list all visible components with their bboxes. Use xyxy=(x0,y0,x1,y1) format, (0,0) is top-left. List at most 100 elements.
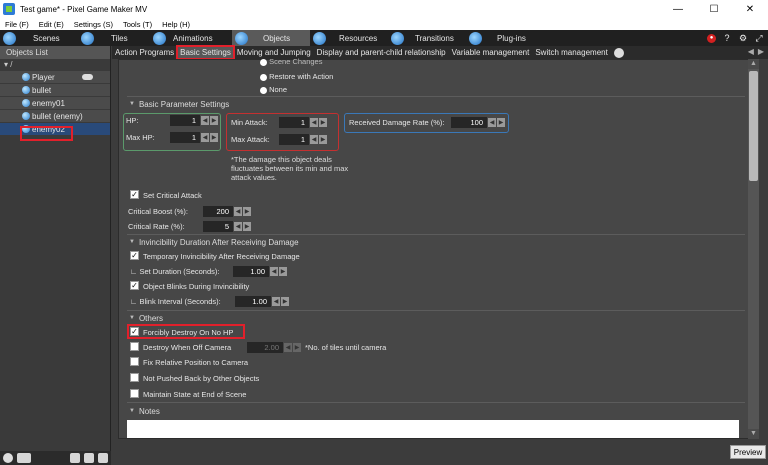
invincibility-header[interactable]: ▼ Invincibility Duration After Receiving… xyxy=(129,236,299,248)
notes-textarea[interactable] xyxy=(127,420,739,438)
preview-button[interactable]: Preview xyxy=(730,445,766,459)
off-camera-tiles-value[interactable]: 2.00 xyxy=(247,342,283,353)
trash-icon[interactable] xyxy=(98,453,108,463)
menu-file[interactable]: File (F) xyxy=(0,20,34,29)
maintain-state-checkbox[interactable] xyxy=(130,389,139,398)
decrement-icon[interactable]: ◀ xyxy=(310,118,318,127)
max-attack-value[interactable]: 1 xyxy=(279,134,309,145)
duration-stepper[interactable]: 1.00 ◀ ▶ xyxy=(233,266,287,277)
radio-restore-with-action[interactable] xyxy=(260,73,267,81)
decrement-icon[interactable]: ◀ xyxy=(270,267,278,276)
fix-position-checkbox[interactable] xyxy=(130,357,139,366)
menu-settings[interactable]: Settings (S) xyxy=(69,20,118,29)
increment-icon[interactable]: ▶ xyxy=(243,207,251,216)
hp-value[interactable]: 1 xyxy=(170,115,200,126)
blink-interval-stepper[interactable]: 1.00 ◀ ▶ xyxy=(235,296,289,307)
set-critical-checkbox[interactable]: ✓ xyxy=(130,190,139,199)
basic-params-header[interactable]: ▼ Basic Parameter Settings xyxy=(129,98,229,110)
min-attack-stepper[interactable]: 1 ◀ ▶ xyxy=(279,117,327,128)
scroll-left-icon[interactable]: ◀ xyxy=(748,47,754,56)
decrement-icon[interactable]: ◀ xyxy=(201,116,209,125)
others-header[interactable]: ▼ Others xyxy=(129,312,163,324)
menu-tools[interactable]: Tools (T) xyxy=(118,20,157,29)
object-icon xyxy=(22,112,30,120)
blink-checkbox[interactable]: ✓ xyxy=(130,281,139,290)
close-button[interactable]: ✕ xyxy=(732,0,768,18)
tab-objects[interactable]: Objects xyxy=(232,30,310,46)
expand-icon[interactable]: ⤢ xyxy=(754,33,764,43)
tab-plugins[interactable]: Plug-ins xyxy=(466,30,544,46)
increment-icon[interactable]: ▶ xyxy=(293,343,301,352)
help-icon[interactable]: ? xyxy=(722,33,732,43)
hp-stepper[interactable]: 1 ◀ ▶ xyxy=(170,115,218,126)
vertical-scrollbar[interactable]: ▲ ▼ xyxy=(748,59,759,439)
settings-gear-icon[interactable]: ⚙ xyxy=(738,33,748,43)
tab-tiles[interactable]: Tiles xyxy=(78,30,150,46)
max-hp-stepper[interactable]: 1 ◀ ▶ xyxy=(170,132,218,143)
increment-icon[interactable]: ▶ xyxy=(243,222,251,231)
critical-boost-stepper[interactable]: 200 ◀ ▶ xyxy=(203,206,251,217)
tab-scenes[interactable]: Scenes xyxy=(0,30,78,46)
radio-scene-changes[interactable] xyxy=(260,58,267,66)
record-icon[interactable]: ● xyxy=(707,33,716,43)
increment-icon[interactable]: ▶ xyxy=(210,133,218,142)
subtab-action-programs[interactable]: Action Programs xyxy=(112,46,177,59)
filmstrip-icon[interactable] xyxy=(17,453,31,463)
critical-boost-value[interactable]: 200 xyxy=(203,206,233,217)
max-hp-value[interactable]: 1 xyxy=(170,132,200,143)
force-destroy-checkbox[interactable]: ✓ xyxy=(130,327,139,336)
decrement-icon[interactable]: ◀ xyxy=(234,222,242,231)
decrement-icon[interactable]: ◀ xyxy=(201,133,209,142)
blink-interval-value[interactable]: 1.00 xyxy=(235,296,271,307)
list-item-enemy01[interactable]: enemy01 xyxy=(0,97,110,110)
subtab-basic-settings[interactable]: Basic Settings xyxy=(176,45,235,60)
decrement-icon[interactable]: ◀ xyxy=(272,297,280,306)
scroll-up-icon[interactable]: ▲ xyxy=(748,59,759,69)
gear-icon[interactable] xyxy=(3,453,13,463)
off-camera-tiles-stepper[interactable]: 2.00 ◀ ▶ xyxy=(247,342,301,353)
decrement-icon[interactable]: ◀ xyxy=(234,207,242,216)
add-folder-icon[interactable] xyxy=(70,453,80,463)
list-item-bullet-enemy[interactable]: bullet (enemy) xyxy=(0,110,110,123)
increment-icon[interactable]: ▶ xyxy=(279,267,287,276)
increment-icon[interactable]: ▶ xyxy=(497,118,505,127)
tab-resources[interactable]: Resources xyxy=(310,30,388,46)
list-item-bullet[interactable]: bullet xyxy=(0,84,110,97)
destroy-off-camera-checkbox[interactable] xyxy=(130,342,139,351)
duration-value[interactable]: 1.00 xyxy=(233,266,269,277)
received-damage-value[interactable]: 100 xyxy=(451,117,487,128)
notes-header[interactable]: ▼ Notes xyxy=(129,405,160,417)
add-object-icon[interactable] xyxy=(84,453,94,463)
minimize-button[interactable]: — xyxy=(660,0,696,18)
not-pushed-checkbox[interactable] xyxy=(130,373,139,382)
critical-rate-value[interactable]: 5 xyxy=(203,221,233,232)
tab-animations[interactable]: Animations xyxy=(150,30,232,46)
decrement-icon[interactable]: ◀ xyxy=(488,118,496,127)
critical-rate-stepper[interactable]: 5 ◀ ▶ xyxy=(203,221,251,232)
tab-transitions[interactable]: Transitions xyxy=(388,30,466,46)
list-item-player[interactable]: Player xyxy=(0,71,110,84)
increment-icon[interactable]: ▶ xyxy=(281,297,289,306)
object-icon xyxy=(22,99,30,107)
maximize-button[interactable]: ☐ xyxy=(696,0,732,18)
subtab-variable-management[interactable]: Variable management xyxy=(449,46,533,59)
received-damage-stepper[interactable]: 100 ◀ ▶ xyxy=(451,117,505,128)
temp-invincibility-checkbox[interactable]: ✓ xyxy=(130,251,139,260)
max-attack-stepper[interactable]: 1 ◀ ▶ xyxy=(279,134,327,145)
decrement-icon[interactable]: ◀ xyxy=(284,343,292,352)
scroll-right-icon[interactable]: ▶ xyxy=(758,47,764,56)
scroll-down-icon[interactable]: ▼ xyxy=(748,429,759,439)
increment-icon[interactable]: ▶ xyxy=(319,118,327,127)
tree-root[interactable]: ▾ / xyxy=(0,59,110,71)
radio-none[interactable] xyxy=(260,86,267,94)
increment-icon[interactable]: ▶ xyxy=(210,116,218,125)
subtab-display-parent-child[interactable]: Display and parent-child relationship xyxy=(314,46,449,59)
subtab-switch-management[interactable]: Switch management xyxy=(532,46,610,59)
min-attack-value[interactable]: 1 xyxy=(279,117,309,128)
menu-help[interactable]: Help (H) xyxy=(157,20,195,29)
decrement-icon[interactable]: ◀ xyxy=(310,135,318,144)
scrollbar-thumb[interactable] xyxy=(749,71,758,181)
subtab-gear-icon[interactable] xyxy=(613,47,624,58)
increment-icon[interactable]: ▶ xyxy=(319,135,327,144)
menu-edit[interactable]: Edit (E) xyxy=(34,20,69,29)
